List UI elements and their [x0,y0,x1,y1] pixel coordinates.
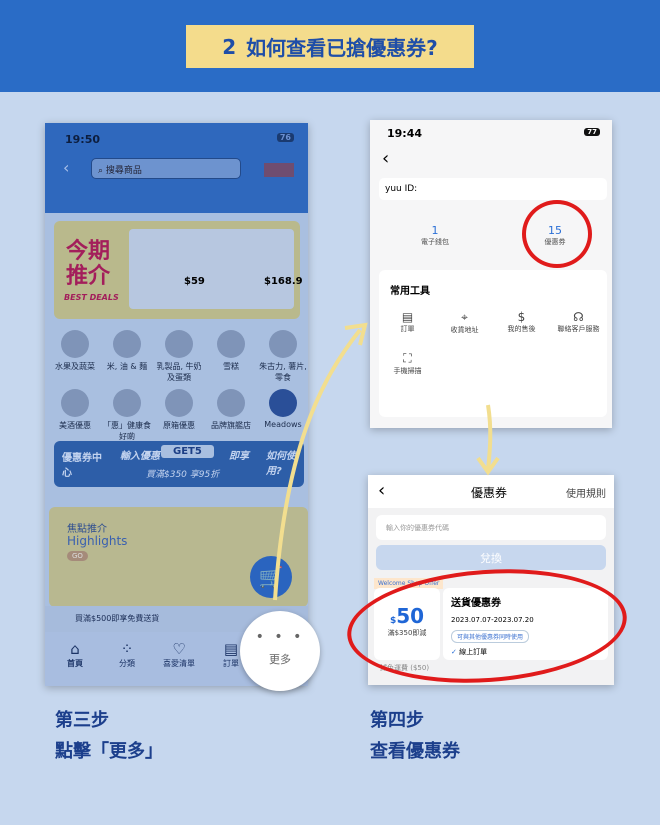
arrow-curve [273,328,362,601]
arrows [273,322,500,601]
arrow-down [476,404,500,476]
caption-step4: 第四步 查看優惠券 [370,710,460,762]
caption-step3: 第三步 點擊「更多」 [55,710,163,762]
